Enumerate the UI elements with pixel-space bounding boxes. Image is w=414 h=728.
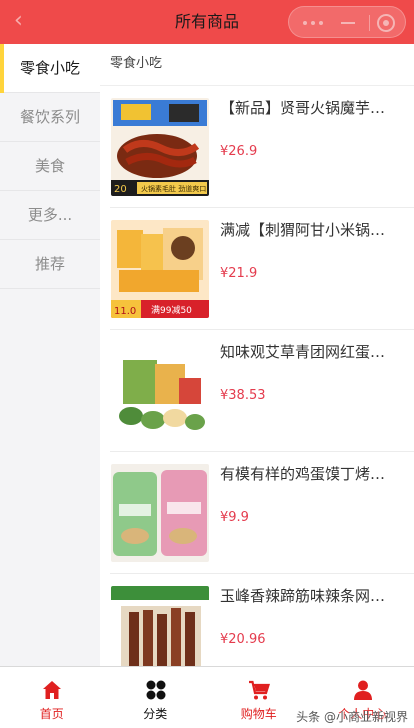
home-icon: [43, 681, 61, 699]
image-badge: 20: [114, 184, 127, 195]
product-name[interactable]: 满减【刺猬阿甘小米锅巴】: [220, 220, 390, 240]
sidebar-item-label: 更多...: [27, 206, 73, 224]
image-banner: 火锅素毛肚 劲道爽口: [141, 184, 206, 193]
tab-label: 分类: [143, 707, 168, 721]
sidebar-item-label: 推荐: [34, 255, 65, 273]
product-item[interactable]: 11.0 满99减50 满减【刺猬阿甘小米锅巴】 ¥21.9: [110, 208, 414, 330]
capsule-divider: [369, 15, 370, 31]
image-badge: 11.0: [114, 306, 136, 317]
sidebar-item-food[interactable]: 美食: [0, 142, 100, 191]
miniprogram-capsule: [288, 6, 406, 38]
sidebar-item-label: 餐饮系列: [19, 108, 80, 126]
product-image[interactable]: [111, 342, 209, 440]
sidebar-item-meals[interactable]: 餐饮系列: [0, 93, 100, 142]
tab-home[interactable]: 首页: [0, 667, 104, 728]
product-price: ¥26.9: [220, 144, 258, 159]
tab-label: 首页: [39, 707, 64, 721]
category-grid-icon: [146, 680, 165, 700]
tab-cart[interactable]: 购物车: [207, 667, 311, 728]
product-price: ¥38.53: [220, 388, 266, 403]
product-list: 零食小吃 20 火锅素毛肚 劲道爽口 【新品】贤哥火锅魔芋爽辣条素毛肚 ¥26.…: [100, 44, 414, 666]
sidebar-item-label: 美食: [34, 157, 65, 175]
watermark-text: 头条 @小商业新视界: [296, 710, 408, 724]
sidebar-item-label: 零食小吃: [19, 59, 80, 77]
section-title: 零食小吃: [100, 44, 414, 86]
product-price: ¥20.96: [220, 632, 266, 647]
product-image[interactable]: [111, 586, 209, 666]
product-name[interactable]: 知味观艾草青团网红蛋黄肉松: [220, 342, 390, 362]
cart-icon: [249, 680, 270, 700]
category-sidebar: 零食小吃 餐饮系列 美食 更多... 推荐: [0, 44, 100, 666]
close-circle-icon[interactable]: [377, 14, 395, 32]
product-image[interactable]: 20 火锅素毛肚 劲道爽口: [111, 98, 209, 196]
product-image[interactable]: 11.0 满99减50: [111, 220, 209, 318]
more-dots-icon[interactable]: [303, 21, 323, 25]
sidebar-item-more[interactable]: 更多...: [0, 191, 100, 240]
minimize-icon[interactable]: [341, 22, 355, 24]
product-name[interactable]: 玉峰香辣蹄筋味辣条网红零食: [220, 586, 390, 606]
product-image[interactable]: [111, 464, 209, 562]
product-item[interactable]: 20 火锅素毛肚 劲道爽口 【新品】贤哥火锅魔芋爽辣条素毛肚 ¥26.9: [110, 86, 414, 208]
sidebar-item-recommend[interactable]: 推荐: [0, 240, 100, 289]
product-name[interactable]: 【新品】贤哥火锅魔芋爽辣条素毛肚: [220, 98, 390, 118]
product-item[interactable]: 知味观艾草青团网红蛋黄肉松 ¥38.53: [110, 330, 414, 452]
product-price: ¥21.9: [220, 266, 258, 281]
tab-label: 购物车: [240, 707, 277, 721]
header-bar: ‹ 所有商品: [0, 0, 414, 44]
tab-category[interactable]: 分类: [104, 667, 208, 728]
image-banner: 满99减50: [151, 304, 192, 316]
product-price: ¥9.9: [220, 510, 249, 525]
product-item[interactable]: 有模有样的鸡蛋馍丁烤馍片 ¥9.9: [110, 452, 414, 574]
product-name[interactable]: 有模有样的鸡蛋馍丁烤馍片: [220, 464, 390, 484]
user-icon: [353, 680, 372, 700]
sidebar-item-snacks[interactable]: 零食小吃: [0, 44, 100, 93]
product-item[interactable]: 玉峰香辣蹄筋味辣条网红零食 ¥20.96: [110, 574, 414, 666]
